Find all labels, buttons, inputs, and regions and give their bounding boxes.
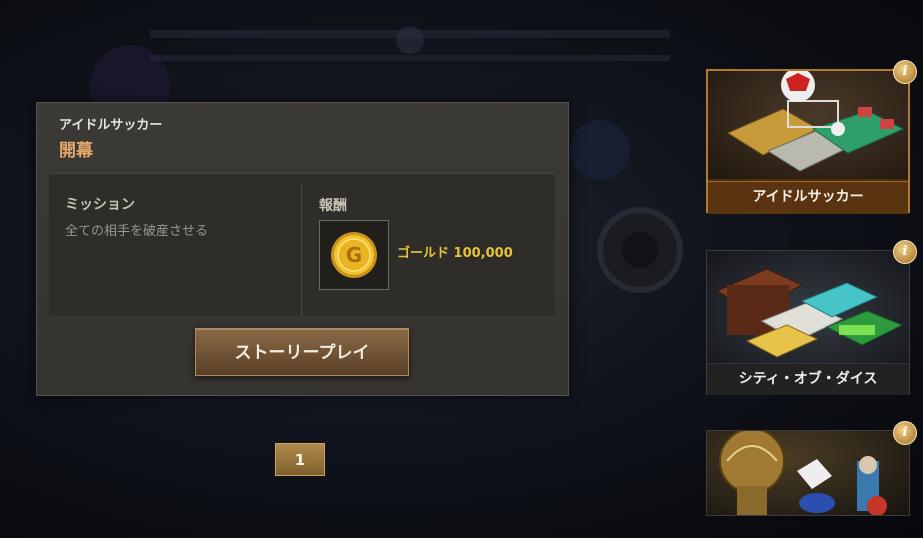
story-details: ミッション 全ての相手を破産させる 報酬 G ゴールド 100,000 (49, 173, 555, 316)
story-play-button[interactable]: ストーリープレイ (195, 328, 409, 376)
info-icon[interactable]: i (893, 60, 917, 84)
card-thumbnail (708, 71, 908, 179)
card-thumbnail (707, 431, 909, 515)
story-card-idol-soccer[interactable]: アイドルサッカー (706, 69, 910, 214)
gold-coin-icon: G (331, 232, 377, 278)
divider (301, 182, 302, 316)
card-label: アイドルサッカー (708, 181, 908, 214)
story-card-third[interactable] (706, 430, 910, 516)
story-category: アイドルサッカー (59, 118, 163, 133)
page-button[interactable]: 1 (275, 443, 325, 476)
svg-text:G: G (346, 243, 362, 267)
info-icon[interactable]: i (893, 240, 917, 264)
story-title: 開幕 (59, 141, 93, 161)
story-panel: アイドルサッカー 開幕 ミッション 全ての相手を破産させる 報酬 G ゴールド … (36, 102, 569, 396)
card-label: シティ・オブ・ダイス (707, 363, 909, 395)
reward-item[interactable]: G (319, 220, 389, 290)
story-card-city-of-dice[interactable]: シティ・オブ・ダイス (706, 250, 910, 395)
reward-heading: 報酬 (319, 198, 347, 214)
reward-amount: ゴールド 100,000 (397, 246, 513, 261)
card-thumbnail (707, 251, 909, 363)
mission-heading: ミッション (65, 197, 135, 213)
mission-text: 全ての相手を破産させる (65, 224, 209, 239)
info-icon[interactable]: i (893, 421, 917, 445)
